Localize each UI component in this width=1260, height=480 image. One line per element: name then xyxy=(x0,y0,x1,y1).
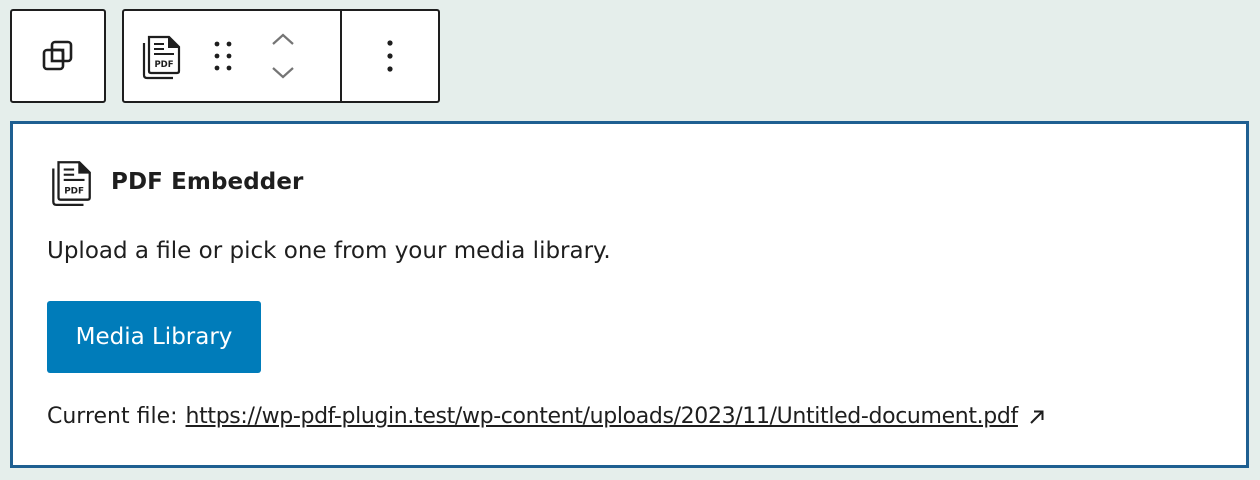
block-toolbar-main-group: PDF xyxy=(122,9,440,103)
block-type-button[interactable]: PDF xyxy=(124,11,198,101)
current-file-link[interactable]: https://wp-pdf-plugin.test/wp-content/up… xyxy=(186,404,1019,429)
drag-handle-button[interactable] xyxy=(198,11,248,101)
current-file-row: Current file: https://wp-pdf-plugin.test… xyxy=(47,404,1046,429)
chevron-up-icon xyxy=(272,33,294,45)
block-title: PDF Embedder xyxy=(111,169,304,195)
move-up-button[interactable] xyxy=(253,22,313,56)
chevron-down-icon xyxy=(272,67,294,79)
block-instructions: Upload a file or pick one from your medi… xyxy=(47,238,611,264)
external-link-icon[interactable] xyxy=(1028,408,1046,426)
move-down-button[interactable] xyxy=(253,56,313,90)
select-parent-button[interactable] xyxy=(12,11,104,101)
block-header: PDF PDF Embedder xyxy=(45,156,303,208)
pdf-embedder-block[interactable]: PDF PDF Embedder Upload a file or pick o… xyxy=(10,121,1249,468)
pdf-icon-label: PDF xyxy=(64,186,84,196)
current-file-label: Current file: xyxy=(47,404,178,429)
block-toolbar-parent-group xyxy=(10,9,106,103)
mover-controls xyxy=(248,11,318,101)
parent-block-icon xyxy=(42,40,73,71)
pdf-icon-label: PDF xyxy=(154,60,173,70)
pdf-document-icon: PDF xyxy=(52,161,91,207)
media-library-button[interactable]: Media Library xyxy=(47,301,261,373)
pdf-document-icon: PDF xyxy=(142,35,181,80)
drag-handle-icon xyxy=(214,41,232,71)
block-options-button[interactable] xyxy=(342,11,438,101)
more-vertical-icon xyxy=(387,40,393,72)
